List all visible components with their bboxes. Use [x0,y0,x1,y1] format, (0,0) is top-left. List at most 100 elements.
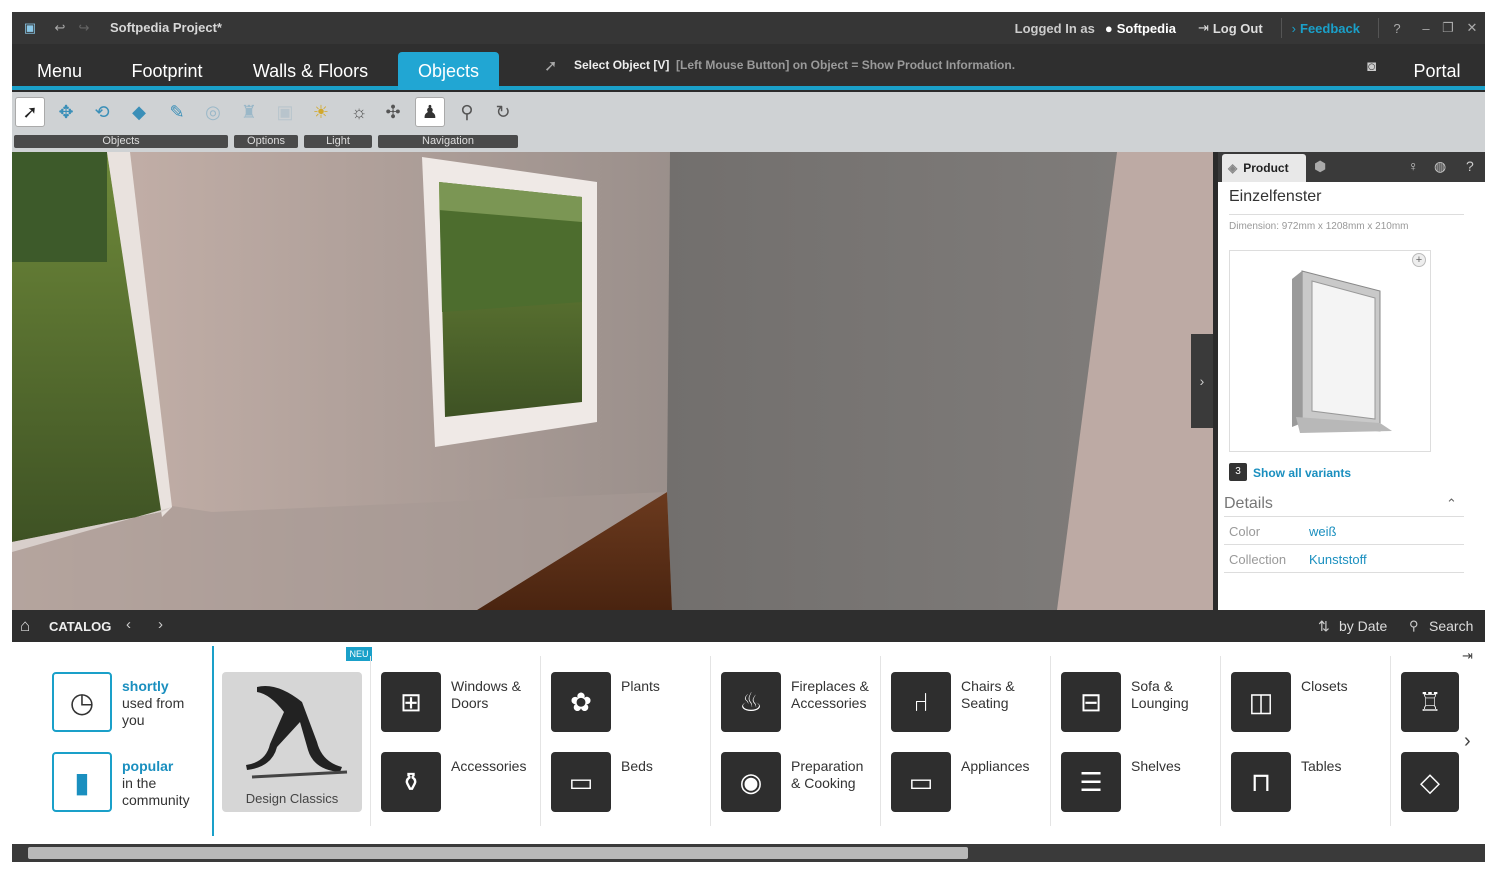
3d-viewport[interactable]: › [12,152,1213,610]
project-title: Softpedia Project* [110,20,222,35]
tab-3d-icon[interactable]: ⬢ [1314,158,1326,175]
lamp-icon[interactable]: ♖ [1401,672,1459,732]
sort-icon: ⇅ [1318,618,1330,634]
collapse-details-icon[interactable]: ⌃ [1446,496,1457,512]
logout-link[interactable]: Log Out [1213,21,1263,36]
design-classics-card[interactable]: Design Classics [222,672,362,812]
catalog-forward-icon[interactable]: › [158,616,163,633]
zoom-in-icon[interactable]: + [1412,253,1426,267]
table-icon[interactable]: ⊓ [1231,752,1291,812]
cat-cooking-line1[interactable]: Preparation [791,758,863,775]
windows-doors-icon[interactable]: ⊞ [381,672,441,732]
portal-link[interactable]: Portal [1402,52,1472,90]
home-icon[interactable]: ⌂ [20,616,30,636]
detail-collection-value[interactable]: Kunststoff [1309,552,1367,567]
bar-chart-icon[interactable]: ▮ [52,752,112,812]
cat-tables[interactable]: Tables [1301,758,1341,775]
scrollbar-thumb[interactable] [28,847,968,859]
show-variants-link[interactable]: Show all variants [1253,466,1351,480]
design-classics-label: Design Classics [245,791,339,806]
cat-plants[interactable]: Plants [621,678,660,695]
closet-icon[interactable]: ◫ [1231,672,1291,732]
cat-beds[interactable]: Beds [621,758,653,775]
cat-chairs-line2[interactable]: Seating [961,695,1008,712]
catalog-search[interactable]: Search [1429,618,1473,634]
bulb-icon[interactable]: ♀ [1408,158,1419,174]
navigate-orbit-icon[interactable]: ♟ [415,97,445,127]
tab-product[interactable]: ◈ Product [1222,154,1306,182]
tab-menu[interactable]: Menu [22,52,97,90]
minimize-button[interactable]: – [1415,21,1437,36]
recent-title[interactable]: shortly [122,678,169,695]
view-option-icon[interactable]: ◎ [198,97,228,127]
variants-count-badge: 3 [1229,463,1247,481]
undo-icon[interactable]: ↩ [52,12,68,44]
product-image: + [1229,250,1431,452]
cat-sofa-line1[interactable]: Sofa & [1131,678,1173,695]
cat-appliances[interactable]: Appliances [961,758,1030,775]
plant-icon[interactable]: ✿ [551,672,611,732]
app-window: ▣ ↩ ↪ Softpedia Project* Logged In as ● … [12,12,1485,862]
navigate-walk-icon[interactable]: ✣ [378,97,408,127]
horizontal-scrollbar[interactable] [12,844,1485,862]
catalog-back-icon[interactable]: ‹ [126,616,131,633]
chair-icon[interactable]: ⑁ [891,672,951,732]
globe-icon[interactable]: ◍ [1434,158,1446,175]
cube-tool-icon[interactable]: ◆ [124,97,154,127]
cat-shelves[interactable]: Shelves [1131,758,1181,775]
cat-fireplaces-line2[interactable]: Accessories [791,695,866,712]
close-button[interactable]: ✕ [1459,20,1485,36]
tab-footprint[interactable]: Footprint [122,52,212,90]
zoom-icon[interactable]: ⚲ [452,97,482,127]
tab-objects[interactable]: Objects [398,52,499,90]
cat-chairs-line1[interactable]: Chairs & [961,678,1015,695]
feedback-icon: › [1291,20,1297,36]
user-name[interactable]: Softpedia [1117,21,1176,36]
paint-tool-icon[interactable]: ✎ [162,97,192,127]
group-options-label: Options [234,135,298,148]
select-tool-icon[interactable]: ➚ [15,97,45,127]
cat-fireplaces-line1[interactable]: Fireplaces & [791,678,869,695]
sort-by-date[interactable]: by Date [1339,618,1387,634]
move-tool-icon[interactable]: ✥ [51,97,81,127]
cat-windows-line2[interactable]: Doors [451,695,488,712]
cat-accessories[interactable]: Accessories [451,758,526,775]
shelves-icon[interactable]: ☰ [1061,752,1121,812]
help-icon[interactable]: ? [1466,158,1474,174]
collapse-catalog-icon[interactable]: ⇥ [1462,648,1473,664]
cutlery-icon[interactable]: ◉ [721,752,781,812]
tv-icon[interactable]: ▭ [891,752,951,812]
camera-icon[interactable]: ◙ [1367,58,1376,75]
popular-title[interactable]: popular [122,758,173,775]
cat-windows-line1[interactable]: Windows & [451,678,521,695]
maximize-button[interactable]: ❐ [1437,20,1459,36]
rug-icon[interactable]: ◇ [1401,752,1459,812]
rotate-tool-icon[interactable]: ⟲ [87,97,117,127]
fireplace-icon[interactable]: ♨ [721,672,781,732]
bed-icon[interactable]: ▭ [551,752,611,812]
expand-panel-button[interactable]: › [1191,334,1213,428]
accessories-icon[interactable]: ⚱ [381,752,441,812]
status-hint: Select Object [V] [Left Mouse Button] on… [574,58,1015,72]
feedback-link[interactable]: Feedback [1300,21,1360,36]
box-option-icon[interactable]: ▣ [270,97,300,127]
lamp-option-icon[interactable]: ♜ [234,97,264,127]
cat-closets[interactable]: Closets [1301,678,1348,695]
sofa-icon[interactable]: ⊟ [1061,672,1121,732]
save-icon[interactable]: ▣ [20,12,40,44]
detail-color-value[interactable]: weiß [1309,524,1336,539]
product-panel-tabs: ◈ Product ⬢ ♀ ◍ ? [1218,152,1485,182]
light-settings-icon[interactable]: ☼ [344,97,374,127]
help-button[interactable]: ? [1389,21,1405,36]
cat-sofa-line2[interactable]: Lounging [1131,695,1189,712]
clock-icon[interactable]: ◷ [52,672,112,732]
catalog-next-icon[interactable]: › [1464,730,1471,753]
hint-description: [Left Mouse Button] on Object = Show Pro… [676,58,1016,72]
redo-icon[interactable]: ↪ [76,12,92,44]
cat-cooking-line2[interactable]: & Cooking [791,775,856,792]
reset-view-icon[interactable]: ↻ [488,97,518,127]
light-bulb-icon[interactable]: ☀ [306,97,336,127]
user-icon: ● [1104,20,1113,36]
logged-in-label: Logged In as [1014,20,1095,36]
tab-walls-floors[interactable]: Walls & Floors [242,52,379,90]
